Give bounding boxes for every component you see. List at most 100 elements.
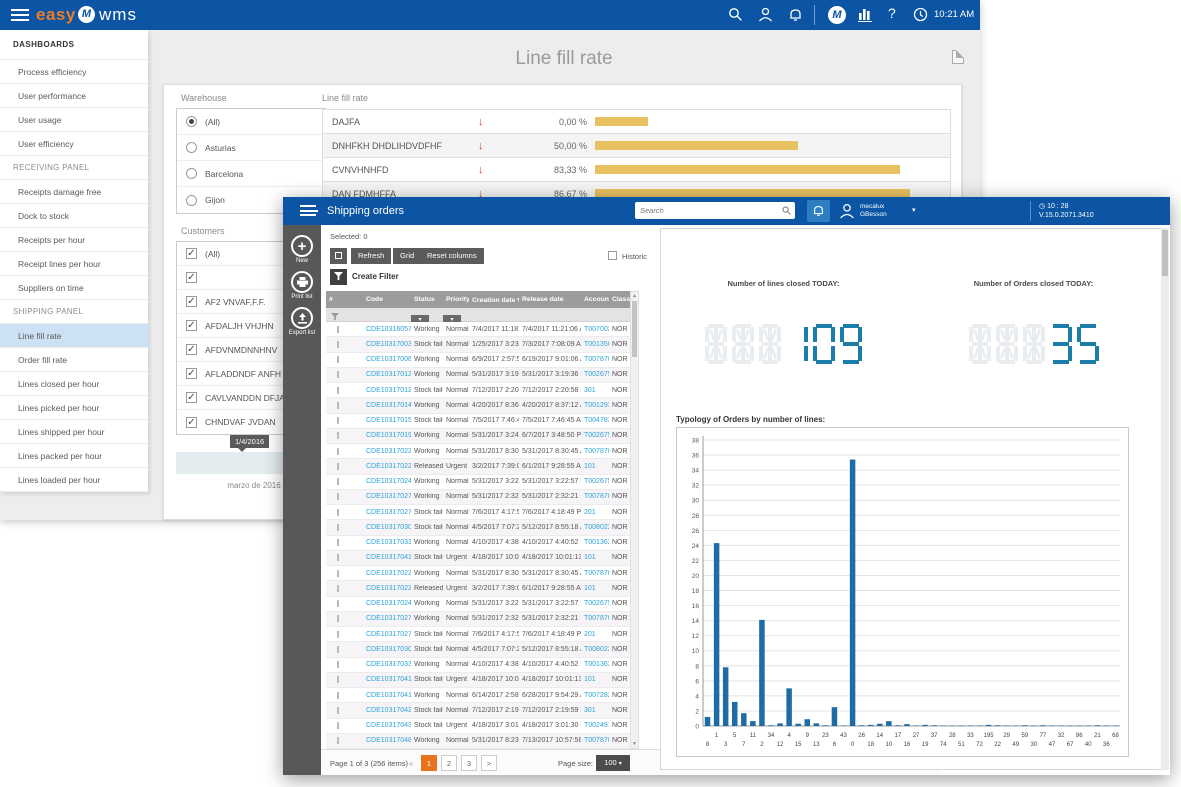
notifications-button[interactable]	[807, 200, 830, 222]
order-code[interactable]: CDE1031704816	[363, 737, 411, 744]
table-row[interactable]: CDE1031703325WorkingNormal4/10/2017 4:38…	[326, 658, 630, 673]
checkbox-checked[interactable]: ✓	[186, 272, 197, 283]
column-header-creation-date[interactable]: Creation date ▾	[469, 296, 519, 304]
column-header-code[interactable]: Code	[363, 296, 411, 303]
column-header-release-date[interactable]: Release date	[519, 296, 581, 303]
order-code[interactable]: CDE1031704194	[363, 692, 411, 699]
sidebar-item-order-fill-rate[interactable]: Order fill rate	[0, 348, 148, 372]
sidebar-item-lines-closed-per-hour[interactable]: Lines closed per hour	[0, 372, 148, 396]
account[interactable]: T002491	[581, 722, 609, 729]
order-code[interactable]: CDE1031701237	[363, 387, 411, 394]
table-row[interactable]: CDE1031700388Stock failureNormal1/25/201…	[326, 337, 630, 352]
table-row[interactable]: CDE1031702250WorkingNormal5/31/2017 8:30…	[326, 444, 630, 459]
filter-button[interactable]	[330, 269, 347, 285]
row-checkbox[interactable]	[337, 585, 339, 592]
table-row[interactable]: CDE1031703325WorkingNormal4/10/2017 4:38…	[326, 536, 630, 551]
table-row[interactable]: CDE1031704304Stock failureUrgent4/18/201…	[326, 719, 630, 734]
row-checkbox[interactable]	[337, 676, 339, 683]
table-row[interactable]: CDE1031703075Stock failureNormal4/5/2017…	[326, 520, 630, 535]
historic-checkbox[interactable]	[608, 251, 617, 260]
print-list-button[interactable]: Print list	[283, 271, 321, 300]
warehouse-option[interactable]: Barcelona	[177, 161, 325, 187]
account[interactable]: 101	[581, 554, 609, 561]
table-row[interactable]: CDE1031702436WorkingNormal5/31/2017 3:22…	[326, 597, 630, 612]
account[interactable]: T002675	[581, 371, 609, 378]
table-row[interactable]: CDE1031703075Stock failureNormal4/5/2017…	[326, 642, 630, 657]
order-code[interactable]: CDE1031702250	[363, 570, 411, 577]
account[interactable]: 101	[581, 463, 609, 470]
table-row[interactable]: CDE1031704153Stock failureUrgent4/18/201…	[326, 551, 630, 566]
row-checkbox[interactable]	[337, 570, 339, 577]
row-checkbox[interactable]	[337, 478, 339, 485]
user-name[interactable]: mecaluxGBesson	[860, 203, 887, 219]
row-checkbox[interactable]	[337, 600, 339, 607]
row-checkbox[interactable]	[337, 493, 339, 500]
order-code[interactable]: CDE1031702702	[363, 615, 411, 622]
table-row[interactable]: CDE1031701214WorkingNormal5/31/2017 3:19…	[326, 368, 630, 383]
new-button[interactable]: + New	[283, 235, 321, 264]
account[interactable]: T007870	[581, 493, 609, 500]
row-checkbox[interactable]	[337, 707, 339, 714]
account[interactable]: T002675	[581, 478, 609, 485]
order-code[interactable]: CDE1031702268	[363, 463, 411, 470]
table-scrollbar[interactable]: ▲ ▼	[630, 291, 639, 749]
scroll-up-icon[interactable]: ▲	[631, 293, 638, 299]
funnel-icon[interactable]	[331, 313, 339, 321]
search-icon[interactable]	[782, 206, 791, 215]
order-code[interactable]: CDE1031702436	[363, 600, 411, 607]
order-code[interactable]: CDE1031702702	[363, 493, 411, 500]
checkbox-checked[interactable]: ✓	[186, 320, 197, 331]
panel-scrollbar[interactable]	[1161, 228, 1169, 770]
account[interactable]: 301	[581, 387, 609, 394]
export-page-icon[interactable]	[952, 50, 964, 64]
checkbox-checked[interactable]: ✓	[186, 248, 197, 259]
user-icon[interactable]	[758, 7, 773, 22]
warehouse-option[interactable]: (All)	[177, 109, 325, 135]
row-checkbox[interactable]	[337, 524, 339, 531]
table-row[interactable]: CDE1031701456WorkingNormal4/20/2017 8:36…	[326, 398, 630, 413]
table-row[interactable]: CDE1031701237Stock failureNormal7/12/201…	[326, 383, 630, 398]
order-code[interactable]: CDE1031703325	[363, 661, 411, 668]
order-code[interactable]: CDE1031704226	[363, 707, 411, 714]
row-checkbox[interactable]	[337, 692, 339, 699]
row-checkbox[interactable]	[337, 417, 339, 424]
scrollbar-thumb[interactable]	[1162, 230, 1168, 276]
table-row[interactable]: CDE1031702268ReleasedUrgent3/2/2017 7:39…	[326, 581, 630, 596]
order-code[interactable]: CDE1031703075	[363, 646, 411, 653]
row-checkbox[interactable]	[337, 341, 339, 348]
window-menu-icon[interactable]	[300, 205, 316, 216]
create-filter-label[interactable]: Create Filter	[352, 272, 399, 281]
row-checkbox[interactable]	[337, 509, 339, 516]
order-code[interactable]: CDE1031700388	[363, 341, 411, 348]
page-size-select[interactable]: 100 ▾	[596, 755, 630, 771]
row-checkbox[interactable]	[337, 646, 339, 653]
account[interactable]: T007870	[581, 737, 609, 744]
order-code[interactable]: CDE1031702754	[363, 631, 411, 638]
warehouse-option[interactable]: Asturias	[177, 135, 325, 161]
row-checkbox[interactable]	[337, 448, 339, 455]
account[interactable]: T007870	[581, 356, 609, 363]
account[interactable]: 201	[581, 631, 609, 638]
column-header-status[interactable]: Status	[411, 296, 443, 303]
column-header-account[interactable]: Account	[581, 296, 609, 303]
checkbox-checked[interactable]: ✓	[186, 344, 197, 355]
mecalux-icon[interactable]: M	[828, 6, 846, 24]
checkbox-checked[interactable]: ✓	[186, 392, 197, 403]
account[interactable]: T002675	[581, 600, 609, 607]
order-code[interactable]: CDE1031701531	[363, 417, 411, 424]
sidebar-item-line-fill-rate[interactable]: Line fill rate	[0, 324, 148, 348]
account[interactable]: T004783	[581, 417, 609, 424]
sidebar-item-lines-loaded-per-hour[interactable]: Lines loaded per hour	[0, 468, 148, 492]
order-code[interactable]: CDE1031605782	[363, 326, 411, 333]
order-code[interactable]: CDE1031701456	[363, 402, 411, 409]
account[interactable]: T002675	[581, 432, 609, 439]
account[interactable]: T001293	[581, 402, 609, 409]
account[interactable]: T001362	[581, 539, 609, 546]
select-all-button[interactable]	[330, 248, 347, 264]
row-checkbox[interactable]	[337, 402, 339, 409]
search-input[interactable]	[640, 203, 778, 217]
order-code[interactable]: CDE1031702436	[363, 478, 411, 485]
account[interactable]: T007002	[581, 326, 609, 333]
order-code[interactable]: CDE1031701971	[363, 432, 411, 439]
radio-selected[interactable]	[186, 116, 197, 127]
